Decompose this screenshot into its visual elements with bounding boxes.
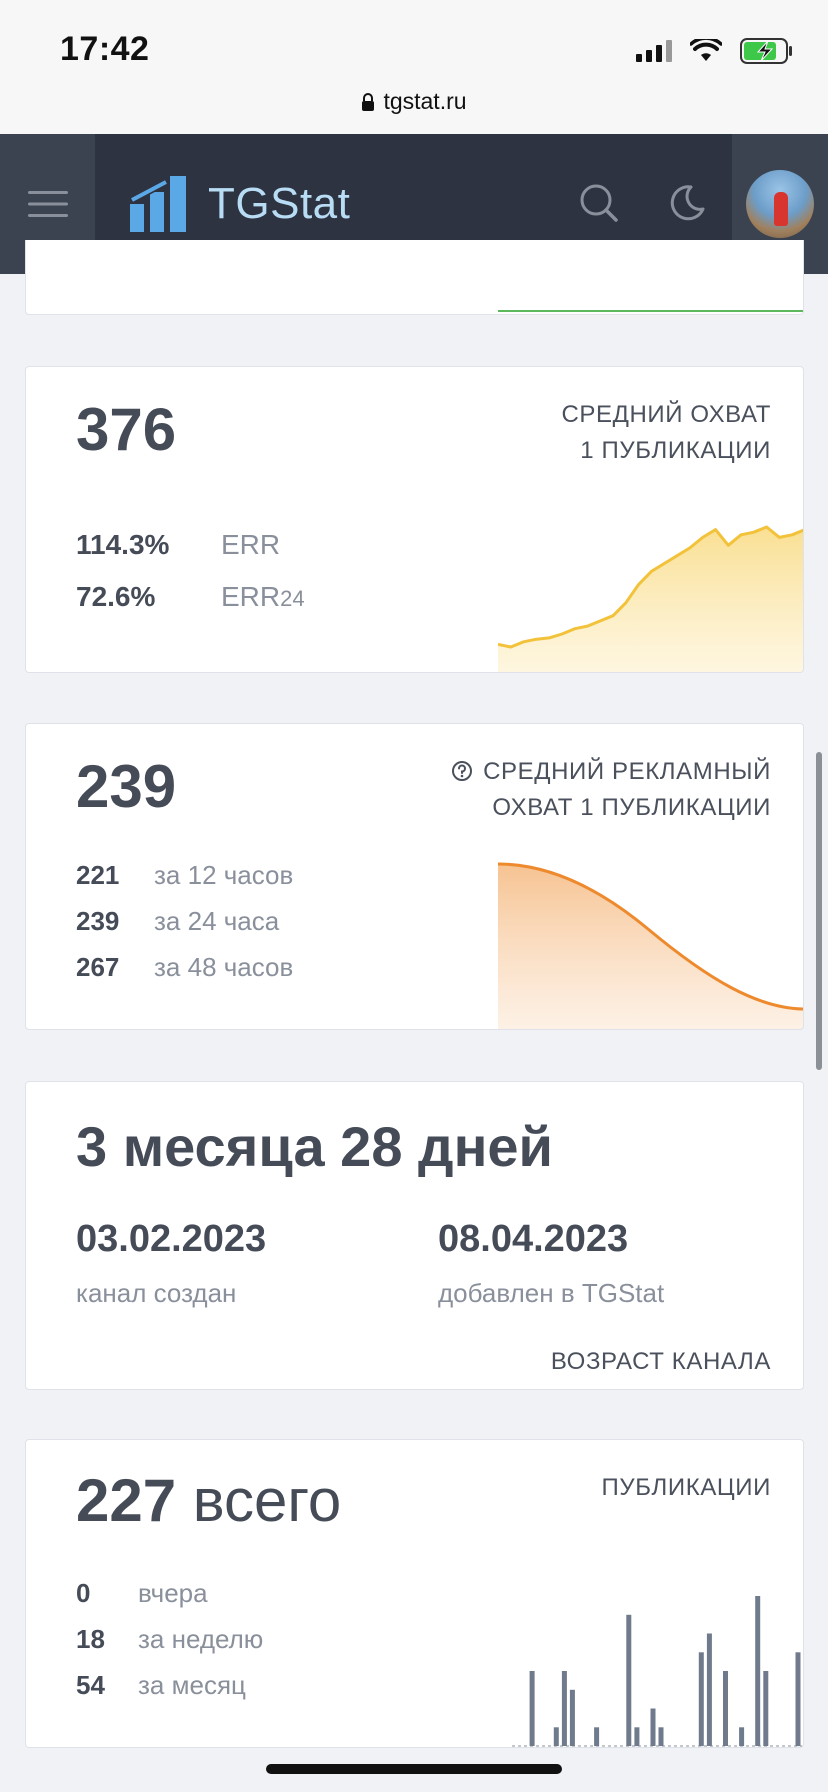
posts-card[interactable]: 227 всего ПУБЛИКАЦИИ 0 вчера 18 за недел… bbox=[25, 1439, 804, 1748]
err24-row: 72.6% ERR 24 bbox=[76, 581, 305, 613]
tgstat-logo-icon bbox=[130, 176, 186, 232]
posts-bar bbox=[706, 1633, 712, 1746]
ad-reach-decay-chart bbox=[498, 862, 803, 1029]
posts-bar bbox=[553, 1727, 559, 1747]
posts-bar bbox=[561, 1671, 567, 1746]
hamburger-menu-icon bbox=[27, 191, 68, 217]
previous-card-fragment bbox=[25, 240, 804, 315]
dark-mode-toggle[interactable] bbox=[664, 180, 710, 226]
tab-active-indicator bbox=[498, 310, 803, 312]
posts-bar bbox=[755, 1596, 761, 1746]
channel-age-card[interactable]: 3 месяца 28 дней 03.02.2023 канал создан… bbox=[25, 1081, 804, 1390]
avg-reach-title: СРЕДНИЙ ОХВАТ 1 ПУБЛИКАЦИИ bbox=[561, 401, 771, 464]
err-row: 114.3% ERR bbox=[76, 529, 280, 561]
avg-reach-card[interactable]: 376 СРЕДНИЙ ОХВАТ 1 ПУБЛИКАЦИИ 114.3% ER… bbox=[25, 366, 804, 673]
reach-trend-sparkline bbox=[498, 525, 803, 672]
status-icons bbox=[636, 34, 794, 68]
added-label: добавлен в TGStat bbox=[438, 1278, 665, 1308]
posts-bar bbox=[658, 1727, 664, 1747]
lock-icon bbox=[362, 92, 375, 111]
posts-bar-chart bbox=[512, 1596, 802, 1747]
posts-bar bbox=[698, 1652, 704, 1747]
search-button[interactable] bbox=[576, 180, 622, 226]
search-icon bbox=[580, 184, 618, 222]
channel-age-title: ВОЗРАСТ КАНАЛА bbox=[550, 1348, 771, 1375]
home-indicator[interactable] bbox=[266, 1764, 562, 1774]
posts-bar bbox=[594, 1727, 600, 1747]
brand-logo[interactable]: TGStat bbox=[128, 172, 350, 236]
created-date: 03.02.2023 bbox=[76, 1218, 267, 1260]
ad-reach-title: СРЕДНИЙ РЕКЛАМНЫЙ ОХВАТ 1 ПУБЛИКАЦИИ bbox=[451, 754, 771, 826]
added-date: 08.04.2023 bbox=[438, 1218, 629, 1260]
avg-reach-value: 376 bbox=[76, 396, 177, 463]
ad-reach-value: 239 bbox=[76, 753, 177, 820]
posts-bar bbox=[650, 1708, 656, 1746]
wifi-icon bbox=[690, 39, 722, 61]
posts-total: 227 всего bbox=[76, 1467, 342, 1534]
posts-bar bbox=[529, 1671, 535, 1746]
cellular-signal-icon bbox=[636, 40, 672, 62]
err24-value: 72.6% bbox=[76, 581, 156, 612]
posts-bar bbox=[723, 1671, 728, 1746]
posts-row-yesterday: 0 вчера bbox=[76, 1578, 208, 1608]
posts-title: ПУБЛИКАЦИИ bbox=[601, 1474, 771, 1501]
reach-trend-area bbox=[498, 527, 803, 672]
posts-bar bbox=[795, 1652, 801, 1747]
posts-bar bbox=[569, 1689, 575, 1747]
posts-bar bbox=[634, 1727, 640, 1747]
avg-ad-reach-card[interactable]: 239 СРЕДНИЙ РЕКЛАМНЫЙ ОХВАТ 1 ПУБЛИКАЦИИ… bbox=[25, 723, 804, 1030]
status-bar: 17:42 tgstat.ru bbox=[0, 0, 828, 134]
channel-age-value: 3 месяца 28 дней bbox=[76, 1115, 553, 1178]
battery-charging-icon bbox=[740, 38, 792, 64]
brand-name: TGStat bbox=[208, 179, 351, 228]
ad-reach-area bbox=[498, 864, 803, 1029]
posts-bar bbox=[763, 1671, 769, 1746]
err24-subscript: 24 bbox=[280, 586, 305, 611]
posts-bar bbox=[739, 1727, 745, 1747]
posts-row-week: 18 за неделю bbox=[76, 1624, 264, 1654]
err-label: ERR bbox=[221, 529, 281, 560]
ad-reach-row-24h: 239 за 24 часа bbox=[76, 906, 280, 936]
posts-row-month: 54 за месяц bbox=[76, 1670, 246, 1700]
ad-reach-row-48h: 267 за 48 часов bbox=[76, 952, 294, 982]
posts-bar bbox=[626, 1614, 632, 1747]
moon-icon bbox=[670, 185, 705, 221]
url-text: tgstat.ru bbox=[383, 88, 467, 114]
address-bar[interactable]: tgstat.ru bbox=[0, 88, 828, 115]
ad-reach-row-12h: 221 за 12 часов bbox=[76, 860, 294, 890]
err-value: 114.3% bbox=[76, 529, 170, 560]
avatar bbox=[746, 170, 814, 238]
err24-label: ERR bbox=[221, 581, 281, 612]
page-scrollbar[interactable] bbox=[816, 752, 822, 1070]
help-circle-icon[interactable] bbox=[451, 760, 473, 782]
status-time: 17:42 bbox=[60, 30, 150, 68]
created-label: канал создан bbox=[76, 1278, 237, 1308]
